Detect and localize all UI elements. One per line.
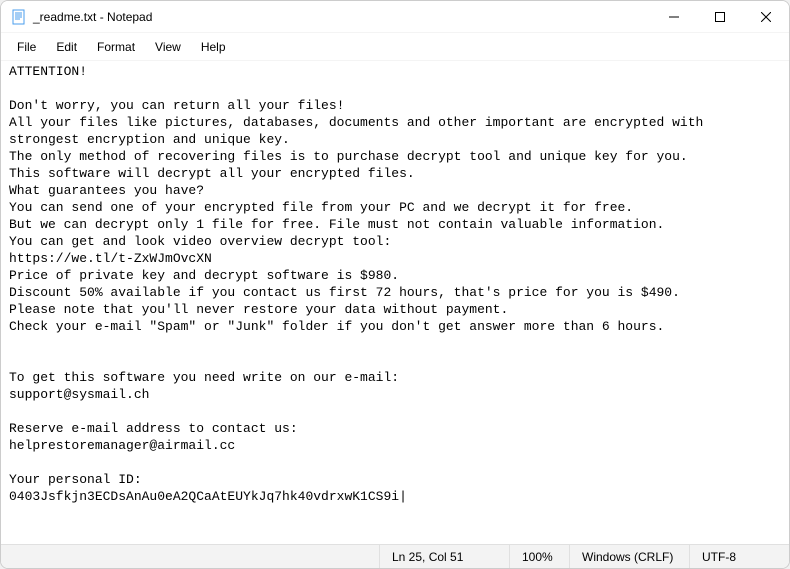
titlebar: _readme.txt - Notepad (1, 1, 789, 33)
menu-file[interactable]: File (7, 36, 46, 58)
close-button[interactable] (743, 1, 789, 33)
menu-format[interactable]: Format (87, 36, 145, 58)
notepad-window: _readme.txt - Notepad File Edit Format V… (0, 0, 790, 569)
status-cursor-position: Ln 25, Col 51 (379, 545, 509, 568)
menu-view[interactable]: View (145, 36, 191, 58)
status-encoding: UTF-8 (689, 545, 789, 568)
window-controls (651, 1, 789, 32)
status-line-ending: Windows (CRLF) (569, 545, 689, 568)
notepad-icon (11, 9, 27, 25)
statusbar: Ln 25, Col 51 100% Windows (CRLF) UTF-8 (1, 544, 789, 568)
menu-edit[interactable]: Edit (46, 36, 87, 58)
window-title: _readme.txt - Notepad (33, 10, 651, 24)
document-text: ATTENTION! Don't worry, you can return a… (9, 64, 711, 504)
status-zoom[interactable]: 100% (509, 545, 569, 568)
menu-help[interactable]: Help (191, 36, 236, 58)
text-area[interactable]: ATTENTION! Don't worry, you can return a… (1, 61, 789, 544)
maximize-button[interactable] (697, 1, 743, 33)
text-caret (399, 489, 407, 504)
menubar: File Edit Format View Help (1, 33, 789, 61)
minimize-button[interactable] (651, 1, 697, 33)
